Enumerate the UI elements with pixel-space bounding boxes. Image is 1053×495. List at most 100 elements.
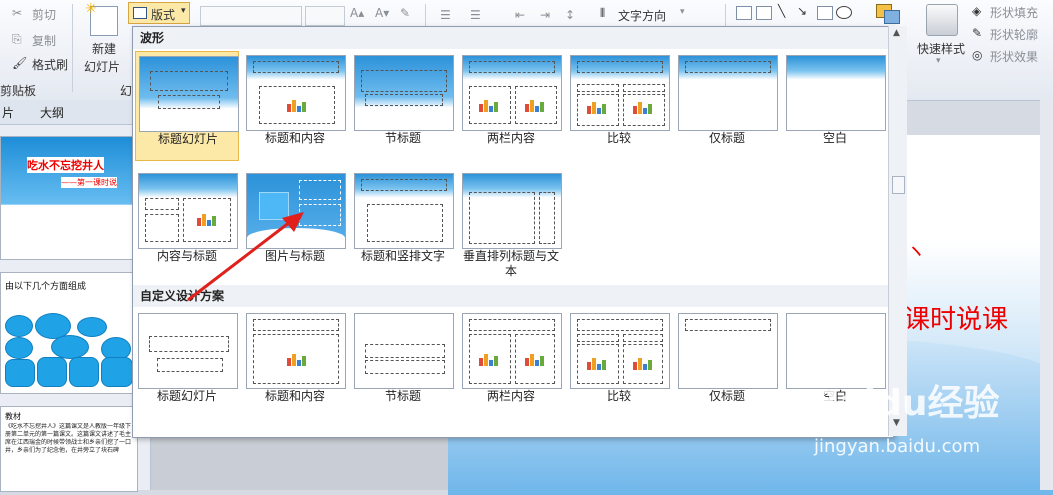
slides-group-label: 幻 [120, 84, 133, 98]
layout-label: 仅标题 [708, 389, 745, 403]
layout-custom-comparison[interactable]: 比较 [567, 309, 671, 419]
copy-button[interactable]: 复制 [32, 32, 56, 49]
numbering-icon[interactable]: ☰ [470, 8, 481, 22]
watermark-brand: Baidu经验 [812, 383, 1000, 424]
cut-button[interactable]: 剪切 [32, 6, 56, 23]
slide-title-partial: 课时说课 [904, 305, 1009, 335]
layout-vertical-title-text[interactable]: 垂直排列标题与文本 [459, 169, 563, 279]
increase-indent-icon[interactable]: ⇥ [540, 8, 550, 22]
panel-tabs: 片 大纲 [0, 100, 150, 125]
slide3-title: 教材 [5, 412, 21, 421]
scroll-thumb[interactable] [892, 176, 905, 194]
layout-custom-title-content[interactable]: 标题和内容 [243, 309, 347, 419]
slide-thumbnail-3[interactable]: 教材 《吃水不忘挖井人》这篇课文是人教版一年级下册第二单元的第一篇课文。这篇课文… [0, 406, 138, 492]
layout-section-header[interactable]: 节标题 [351, 51, 455, 161]
quick-styles-icon[interactable] [926, 4, 958, 36]
diagram-bubble [5, 315, 33, 337]
layout-custom-two-content[interactable]: 两栏内容 [459, 309, 563, 419]
diagram-box [37, 357, 67, 387]
thumbnail-wave [1, 221, 137, 259]
diagram-bubble [77, 317, 107, 337]
slide3-body: 《吃水不忘挖井人》这篇课文是人教版一年级下册第二单元的第一篇课文。这篇课文讲述了… [5, 423, 132, 454]
line-shape-icon[interactable]: ╲ [778, 4, 785, 18]
vertical-textbox-shape-icon[interactable] [756, 6, 772, 20]
slides-panel: 片 大纲 吃水不忘挖井人 ——第一课时说 由以下几个方面组成 教材 《吃水不忘挖… [0, 100, 151, 492]
decrease-indent-icon[interactable]: ⇤ [515, 8, 525, 22]
shape-effects-icon: ◎ [972, 48, 983, 62]
group-separator [72, 4, 73, 92]
layout-label: 节标题 [384, 389, 421, 403]
scroll-up-icon[interactable]: ▲ [893, 28, 900, 38]
layout-blank[interactable]: 空白 [783, 51, 887, 161]
diagram-box [5, 359, 35, 387]
layout-two-content[interactable]: 两栏内容 [459, 51, 563, 161]
layout-custom-section-header[interactable]: 节标题 [351, 309, 455, 419]
layout-label: 两栏内容 [486, 389, 535, 403]
layout-label: 垂直排列标题与文本 [462, 249, 559, 278]
layout-label: 标题和内容 [264, 131, 325, 145]
layout-label: 两栏内容 [486, 131, 535, 145]
format-painter-button[interactable]: 格式刷 [32, 56, 68, 73]
watermark: Baidu经验 jingyan.baidu.com [808, 374, 1048, 484]
oval-shape-icon[interactable] [836, 6, 852, 19]
layout-label: 比较 [606, 131, 631, 145]
section-header-wave: 波形 [133, 27, 893, 49]
red-arrow-annotation [187, 212, 304, 302]
shape-fill-button[interactable]: 形状填充 [990, 4, 1038, 21]
font-size-box[interactable] [305, 6, 345, 26]
layout-title-slide[interactable]: 标题幻灯片 [135, 51, 239, 161]
layout-label: 节标题 [384, 131, 421, 145]
clipboard-group-label: 剪贴板 [0, 84, 37, 98]
layout-custom-title-only[interactable]: 仅标题 [675, 309, 779, 419]
layout-label: 标题和竖排文字 [360, 249, 445, 263]
layout-label: 比较 [606, 389, 631, 403]
clear-format-icon[interactable]: ✎ [400, 6, 410, 20]
layout-label: 标题幻灯片 [156, 389, 217, 403]
shrink-font-icon[interactable]: A▾ [375, 6, 389, 20]
font-name-box[interactable] [200, 6, 302, 26]
layout-title-content[interactable]: 标题和内容 [243, 51, 347, 161]
shape-outline-button[interactable]: 形状轮廓 [990, 26, 1038, 43]
textbox-shape-icon[interactable] [736, 6, 752, 20]
new-slide-label-2[interactable]: 幻灯片 [84, 58, 120, 75]
copy-icon: ⎘ [12, 32, 22, 46]
shape-effects-button[interactable]: 形状效果 [990, 48, 1038, 65]
diagram-bubble [51, 335, 89, 359]
layout-button-label: 版式 [151, 8, 176, 22]
slide-red-mark: ヽ [906, 239, 926, 263]
layout-custom-title-slide[interactable]: 标题幻灯片 [135, 309, 239, 419]
arrange-icon-back [884, 10, 900, 24]
tab-outline[interactable]: 大纲 [40, 104, 64, 121]
rectangle-shape-icon[interactable] [817, 6, 833, 20]
format-painter-icon: 🖌 [12, 56, 28, 70]
layout-title-only[interactable]: 仅标题 [675, 51, 779, 161]
bullets-icon[interactable]: ☰ [440, 8, 451, 22]
line-spacing-icon[interactable]: ↕ [565, 8, 575, 22]
slide2-title: 由以下几个方面组成 [5, 282, 87, 292]
shape-fill-icon: ◈ [972, 4, 982, 18]
layout-comparison[interactable]: 比较 [567, 51, 671, 161]
quick-styles-button[interactable]: 快速样式 [917, 40, 965, 57]
grow-font-icon[interactable]: A▴ [350, 6, 364, 20]
arrow-shape-icon[interactable]: ↘ [797, 4, 807, 18]
chevron-down-icon: ▾ [181, 6, 186, 16]
text-direction-button[interactable]: 文字方向 [618, 7, 666, 24]
chevron-down-icon: ▾ [936, 56, 941, 66]
slide1-subtitle: ——第一课时说 [61, 177, 117, 188]
diagram-bubble [5, 337, 33, 359]
chevron-down-icon: ▾ [680, 7, 685, 17]
text-direction-icon: ⫴ [600, 6, 606, 20]
slide-thumbnail-2[interactable]: 由以下几个方面组成 [0, 272, 138, 394]
watermark-url: jingyan.baidu.com [814, 436, 981, 457]
new-slide-icon[interactable]: ✳ [85, 1, 118, 36]
layout-label: 空白 [822, 131, 847, 145]
diagram-box [69, 357, 99, 387]
tab-slides[interactable]: 片 [2, 104, 14, 121]
layout-title-vertical-text[interactable]: 标题和竖排文字 [351, 169, 455, 279]
layout-label: 仅标题 [708, 131, 745, 145]
slide-thumbnail-1[interactable]: 吃水不忘挖井人 ——第一课时说 [0, 136, 138, 260]
layout-label: 标题和内容 [264, 389, 325, 403]
layout-icon [133, 7, 147, 19]
new-slide-label-1[interactable]: 新建 [92, 40, 116, 57]
layout-button[interactable]: 版式 ▾ [128, 2, 190, 24]
